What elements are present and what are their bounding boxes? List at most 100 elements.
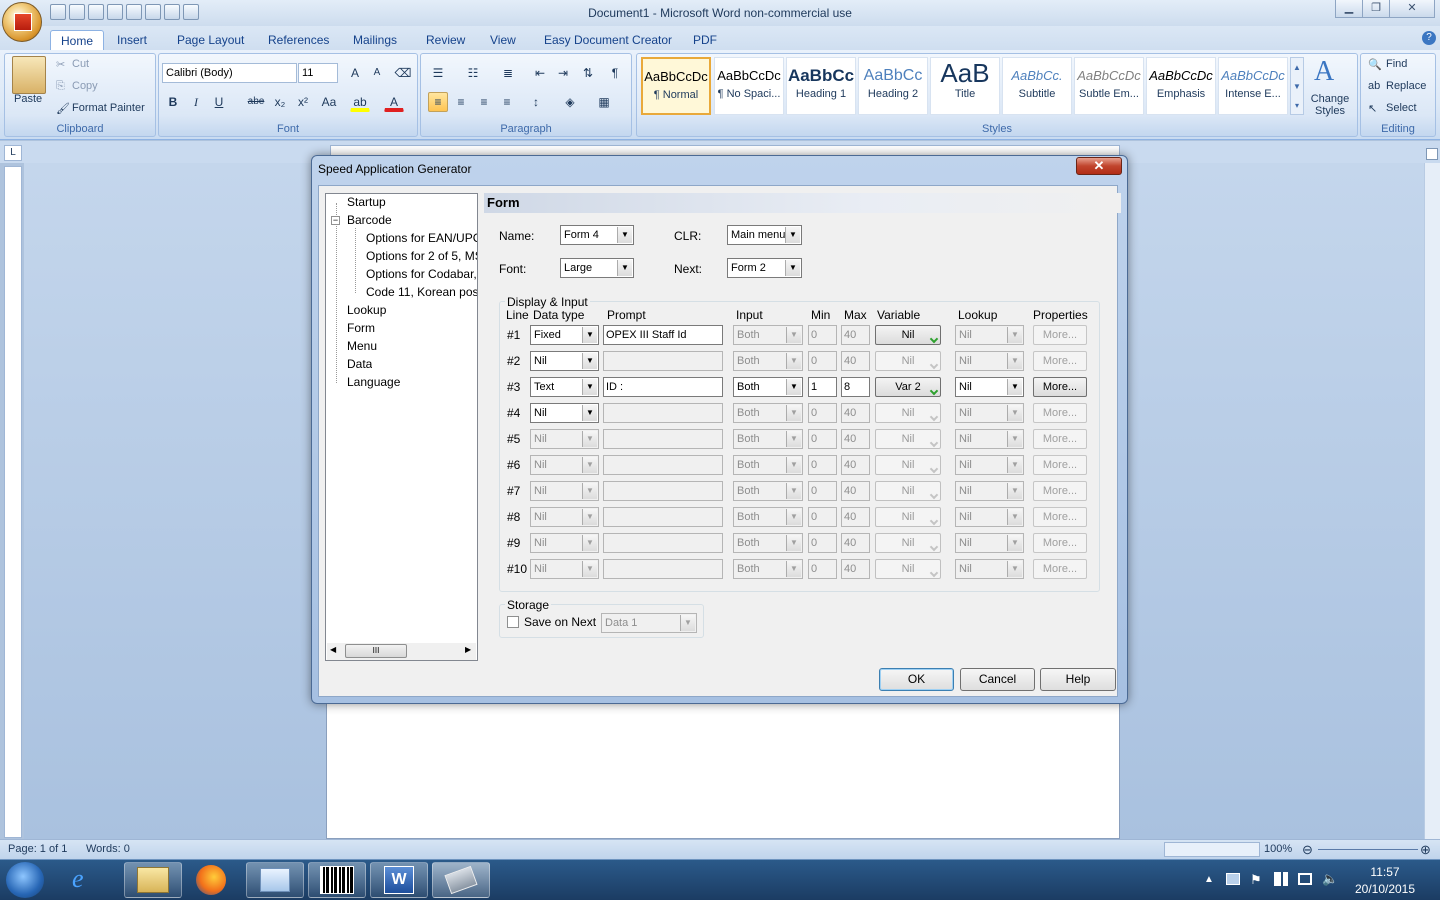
open-icon[interactable]	[183, 4, 199, 20]
tab-home[interactable]: Home	[50, 30, 105, 50]
tree-collapse-icon[interactable]: −	[331, 216, 340, 225]
input-select[interactable]: Both ▼	[733, 429, 803, 449]
variable-button[interactable]: Nil	[875, 481, 941, 501]
properties-more-button[interactable]: More...	[1033, 455, 1087, 475]
prompt-input[interactable]: OPEX III Staff Id	[603, 325, 723, 345]
max-input[interactable]: 40	[841, 403, 870, 423]
decrease-indent-icon[interactable]: ⇤	[530, 63, 550, 83]
print-icon[interactable]	[107, 4, 123, 20]
prompt-input[interactable]	[603, 351, 723, 371]
paste-button[interactable]: Paste	[14, 93, 42, 105]
variable-button[interactable]: Nil	[875, 533, 941, 553]
lookup-select[interactable]: Nil ▼	[955, 559, 1024, 579]
firefox-icon[interactable]	[196, 865, 226, 895]
sort-icon[interactable]: ⇅	[578, 63, 598, 83]
save-on-next-checkbox[interactable]	[507, 616, 519, 628]
lookup-select[interactable]: Nil ▼	[955, 377, 1024, 397]
navigation-tree[interactable]	[325, 193, 478, 661]
new-document-icon[interactable]	[164, 4, 180, 20]
bullets-icon[interactable]: ☰	[428, 63, 448, 83]
variable-button[interactable]: Var 2	[875, 377, 941, 397]
cancel-button[interactable]: Cancel	[960, 668, 1035, 691]
network-icon[interactable]	[1298, 873, 1312, 885]
show-formatting-icon[interactable]: ¶	[605, 63, 625, 83]
font-color-icon[interactable]: A	[384, 92, 404, 112]
page-count[interactable]: Page: 1 of 1	[8, 843, 67, 855]
tree-item-options-2of5[interactable]: Options for 2 of 5, MSI	[366, 249, 477, 263]
borders-icon[interactable]: ▦	[594, 92, 614, 112]
storage-select[interactable]: Data 1 ▼	[601, 613, 697, 633]
style-title[interactable]: AaB Title	[930, 57, 1000, 115]
bold-button[interactable]: B	[163, 92, 183, 112]
minimize-button[interactable]: ▁	[1335, 0, 1363, 18]
clear-formatting-icon[interactable]: ⌫	[393, 63, 413, 83]
max-input[interactable]: 40	[841, 507, 870, 527]
data-type-select[interactable]: Nil ▼	[530, 507, 599, 527]
tab-mailings[interactable]: Mailings	[353, 30, 397, 50]
underline-button[interactable]: U	[209, 92, 229, 112]
increase-indent-icon[interactable]: ⇥	[553, 63, 573, 83]
replace-button[interactable]: Replace	[1386, 80, 1426, 92]
zoom-out-icon[interactable]: ⊖	[1302, 842, 1313, 858]
min-input[interactable]: 0	[808, 455, 837, 475]
align-center-icon[interactable]: ≡	[451, 92, 471, 112]
close-button[interactable]: ✕	[1389, 0, 1435, 18]
maximize-button[interactable]: ❐	[1362, 0, 1390, 18]
min-input[interactable]: 1	[808, 377, 837, 397]
tree-item-lookup[interactable]: Lookup	[347, 303, 386, 317]
save-on-next-label[interactable]: Save on Next	[524, 615, 596, 629]
prompt-input[interactable]	[603, 403, 723, 423]
min-input[interactable]: 0	[808, 325, 837, 345]
scroll-right-icon[interactable]: ▶	[465, 645, 471, 654]
data-type-select[interactable]: Nil ▼	[530, 429, 599, 449]
grow-font-button[interactable]: A	[345, 63, 365, 83]
volume-icon[interactable]: 🔈	[1322, 871, 1338, 887]
data-type-select[interactable]: Text ▼	[530, 377, 599, 397]
input-select[interactable]: Both ▼	[733, 377, 803, 397]
input-select[interactable]: Both ▼	[733, 507, 803, 527]
lookup-select[interactable]: Nil ▼	[955, 325, 1024, 345]
max-input[interactable]: 40	[841, 429, 870, 449]
max-input[interactable]: 40	[841, 351, 870, 371]
format-painter-button[interactable]: Format Painter	[72, 102, 145, 114]
font-size-box[interactable]: 11	[298, 63, 338, 83]
tree-item-form[interactable]: Form	[347, 321, 375, 335]
dialog-close-button[interactable]: ✕	[1076, 157, 1122, 175]
tree-item-code11-korean[interactable]: Code 11, Korean postal	[366, 285, 477, 299]
min-input[interactable]: 0	[808, 507, 837, 527]
style-subtle-emphasis[interactable]: AaBbCcDc Subtle Em...	[1074, 57, 1144, 115]
data-type-select[interactable]: Nil ▼	[530, 455, 599, 475]
data-type-select[interactable]: Fixed ▼	[530, 325, 599, 345]
tree-item-options-codabar[interactable]: Options for Codabar,	[366, 267, 477, 281]
next-select[interactable]: Form 2 ▼	[727, 258, 802, 278]
align-left-icon[interactable]: ≡	[428, 92, 448, 112]
variable-button[interactable]: Nil	[875, 559, 941, 579]
name-select[interactable]: Form 4 ▼	[560, 225, 634, 245]
input-select[interactable]: Both ▼	[733, 351, 803, 371]
tab-insert[interactable]: Insert	[117, 30, 147, 50]
clock-date[interactable]: 20/10/2015	[1344, 882, 1426, 896]
max-input[interactable]: 40	[841, 533, 870, 553]
variable-button[interactable]: Nil	[875, 325, 941, 345]
input-select[interactable]: Both ▼	[733, 559, 803, 579]
font-family-box[interactable]: Calibri (Body)	[162, 63, 297, 83]
tree-item-barcode[interactable]: Barcode	[347, 213, 392, 227]
lookup-select[interactable]: Nil ▼	[955, 507, 1024, 527]
help-icon[interactable]: ?	[1422, 31, 1436, 45]
input-select[interactable]: Both ▼	[733, 403, 803, 423]
prompt-input[interactable]	[603, 481, 723, 501]
style-intense-emphasis[interactable]: AaBbCcDc Intense E...	[1218, 57, 1288, 115]
min-input[interactable]: 0	[808, 351, 837, 371]
show-hidden-icons-icon[interactable]: ▲	[1204, 874, 1214, 885]
min-input[interactable]: 0	[808, 481, 837, 501]
properties-more-button[interactable]: More...	[1033, 403, 1087, 423]
tab-review[interactable]: Review	[426, 30, 465, 50]
change-case-button[interactable]: Aa	[316, 92, 342, 112]
clock-time[interactable]: 11:57	[1344, 865, 1426, 879]
min-input[interactable]: 0	[808, 559, 837, 579]
change-styles-button[interactable]: Change Styles	[1308, 93, 1352, 117]
styles-scroll-icon[interactable]: ▲ ▼ ▾	[1290, 57, 1304, 115]
zoom-in-icon[interactable]: ⊕	[1420, 842, 1431, 858]
help-button[interactable]: Help	[1040, 668, 1116, 691]
undo-icon[interactable]	[69, 4, 85, 20]
